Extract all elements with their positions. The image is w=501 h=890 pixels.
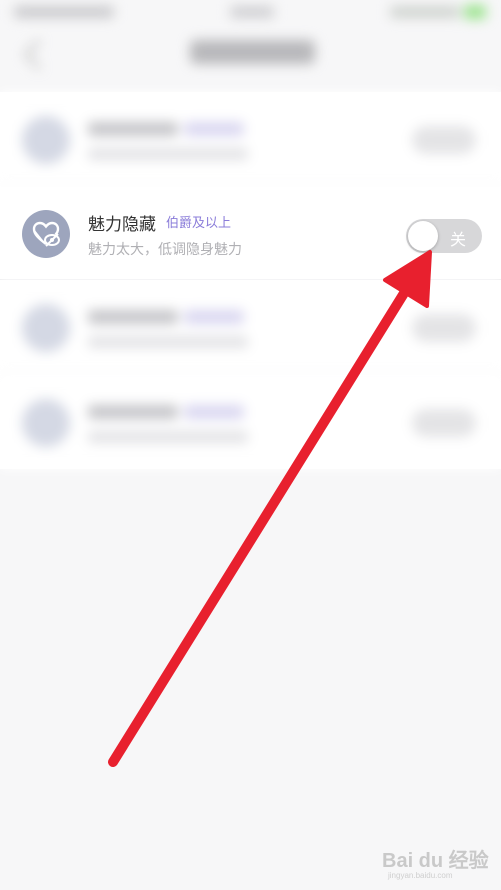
annotation-arrow-icon — [108, 250, 432, 767]
watermark-text: Bai du 经验 — [382, 850, 489, 872]
baidu-jingyan-watermark: Bai du 经验 jingyan.baidu.com — [382, 838, 494, 884]
watermark-url: jingyan.baidu.com — [388, 871, 453, 880]
